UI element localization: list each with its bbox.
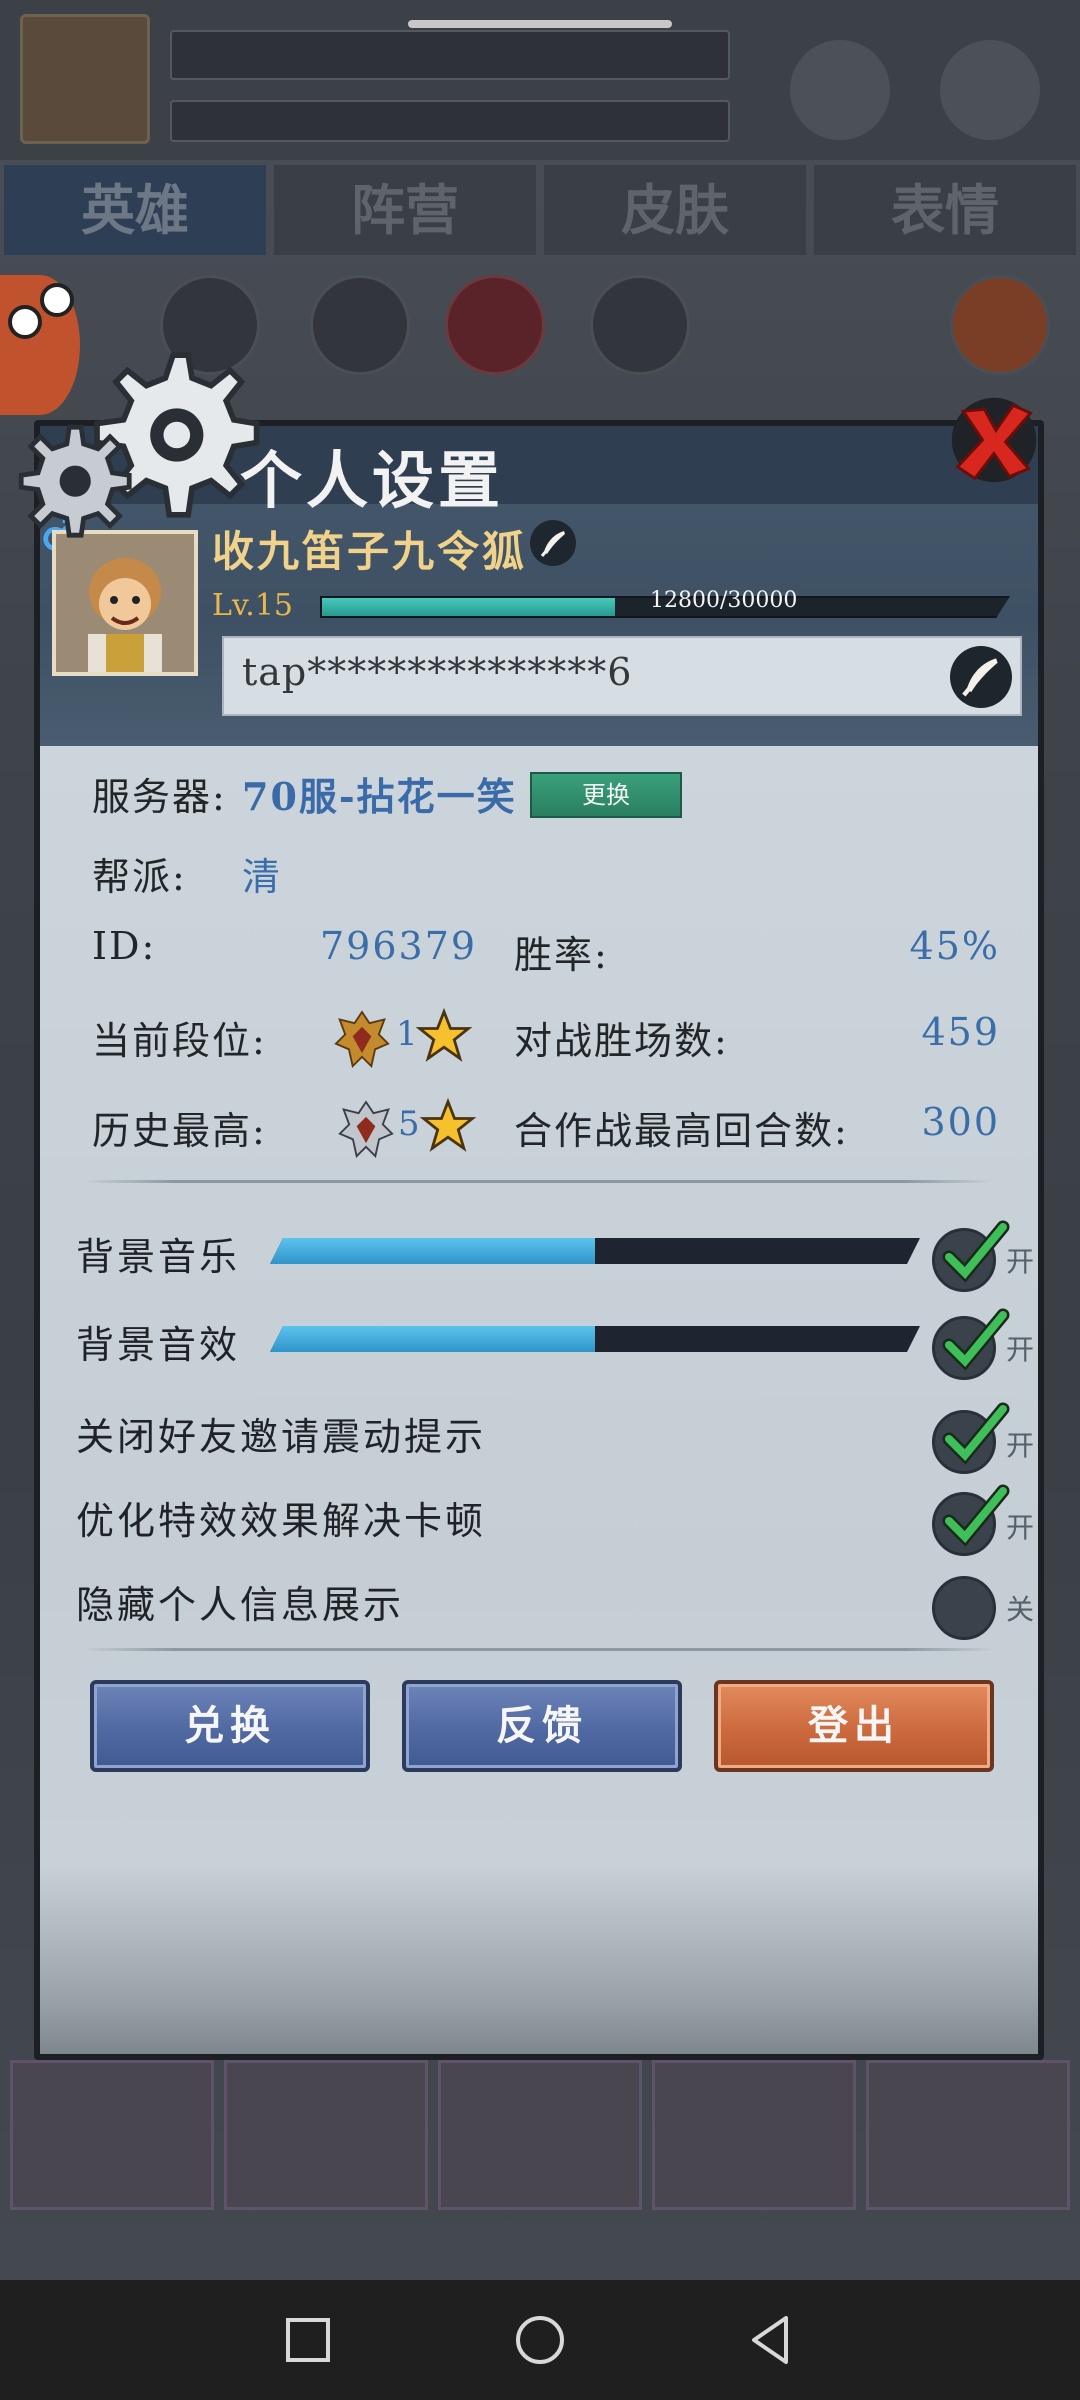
tab-skins: 皮肤 xyxy=(544,165,806,255)
optimize-toggle[interactable] xyxy=(932,1484,1010,1556)
divider xyxy=(84,1648,994,1651)
optimize-label: 优化特效效果解决卡顿 xyxy=(76,1499,487,1543)
edit-name-button[interactable] xyxy=(530,520,576,566)
hero-card-row xyxy=(0,2060,1080,2210)
portrait-avatar-icon xyxy=(56,534,194,672)
hero-card xyxy=(866,2060,1070,2210)
tab-camp: 阵营 xyxy=(274,165,536,255)
account-id-text: tap***************6 xyxy=(242,650,633,694)
small-gear-icon xyxy=(18,424,132,538)
hide-info-label: 隐藏个人信息展示 xyxy=(76,1583,405,1627)
star-icon xyxy=(416,1008,472,1062)
recent-apps-button[interactable] xyxy=(278,2310,338,2370)
mascot-icon xyxy=(0,275,80,415)
redeem-button[interactable]: 兑换 xyxy=(90,1680,370,1772)
edit-feather-icon xyxy=(540,531,565,557)
hero-card xyxy=(224,2060,428,2210)
sfx-slider-fill xyxy=(270,1326,595,1352)
hide-info-state: 关 xyxy=(1006,1593,1035,1626)
star-icon xyxy=(420,1098,476,1152)
rank-label: 当前段位: xyxy=(92,1019,267,1063)
hide-info-toggle[interactable] xyxy=(932,1576,996,1640)
logout-button[interactable]: 登出 xyxy=(714,1680,994,1772)
energy-bar xyxy=(170,100,730,142)
coop-label: 合作战最高回合数: xyxy=(514,1109,849,1153)
edit-account-button[interactable] xyxy=(950,646,1012,708)
guild-value: 清 xyxy=(242,855,283,899)
bgm-label: 背景音乐 xyxy=(76,1235,241,1279)
server-value: 70服-拈花一笑 xyxy=(242,774,517,819)
hero-card xyxy=(652,2060,856,2210)
change-server-button[interactable]: 更换 xyxy=(530,772,682,818)
gesture-handle xyxy=(408,20,672,28)
settings-gear-icon xyxy=(940,40,1040,140)
winrate-value: 45% xyxy=(909,924,1000,968)
id-label: ID: xyxy=(92,924,157,968)
best-rank-badge-icon xyxy=(338,1100,394,1158)
tab-emotes: 表情 xyxy=(814,165,1076,255)
dialog-title: 个人设置 xyxy=(240,444,505,517)
sfx-slider[interactable] xyxy=(270,1326,920,1352)
feedback-button[interactable]: 反馈 xyxy=(402,1680,682,1772)
rank-badge-icon xyxy=(334,1010,390,1068)
optimize-state: 开 xyxy=(1006,1511,1035,1544)
server-label: 服务器: xyxy=(92,775,227,819)
player-avatar-small xyxy=(20,14,150,144)
back-button[interactable] xyxy=(740,2310,800,2370)
checkmark-icon xyxy=(942,1308,1010,1371)
personal-settings-dialog: 个人设置 收九笛子九令狐 Lv.15 12800/30000 tap******… xyxy=(18,352,1044,2060)
hero-card xyxy=(10,2060,214,2210)
wins-value: 459 xyxy=(921,1010,1000,1054)
coop-value: 300 xyxy=(921,1100,1000,1144)
checkmark-icon xyxy=(942,1484,1010,1547)
vibrate-toggle[interactable] xyxy=(932,1402,1010,1474)
hero-card xyxy=(438,2060,642,2210)
tab-heroes: 英雄 xyxy=(4,165,266,255)
wins-label: 对战胜场数: xyxy=(514,1019,729,1063)
rank-value: 1 xyxy=(396,1014,418,1054)
id-value: 796379 xyxy=(320,924,478,968)
level-filter-5 xyxy=(590,275,690,375)
vibrate-state: 开 xyxy=(1006,1429,1035,1462)
hero-tabs: 英雄 阵营 皮肤 表情 xyxy=(0,165,1080,255)
bgm-slider[interactable] xyxy=(270,1238,920,1264)
player-level: Lv.15 xyxy=(212,588,294,623)
checkmark-icon xyxy=(942,1220,1010,1283)
player-portrait[interactable] xyxy=(52,530,198,676)
edit-feather-icon xyxy=(962,658,998,697)
best-rank-value: 5 xyxy=(398,1104,420,1144)
mist-decoration xyxy=(40,1864,1038,2054)
currency-bar xyxy=(170,30,730,80)
sfx-state: 开 xyxy=(1006,1333,1035,1366)
level-filter-3 xyxy=(310,275,410,375)
bgm-state: 开 xyxy=(1006,1245,1035,1278)
best-rank-label: 历史最高: xyxy=(92,1109,267,1153)
sfx-toggle[interactable] xyxy=(932,1308,1010,1380)
winrate-label: 胜率: xyxy=(514,933,609,977)
guild-label: 帮派: xyxy=(92,855,187,899)
level-filter-4 xyxy=(445,275,545,375)
system-navigation-bar xyxy=(0,2280,1080,2400)
bgm-slider-fill xyxy=(270,1238,595,1264)
sort-button xyxy=(950,275,1050,375)
mail-icon xyxy=(790,40,890,140)
divider xyxy=(84,1180,994,1183)
vibrate-label: 关闭好友邀请震动提示 xyxy=(76,1415,487,1459)
home-button[interactable] xyxy=(510,2310,570,2370)
sfx-label: 背景音效 xyxy=(76,1323,241,1367)
account-field: tap***************6 xyxy=(222,636,1022,716)
xp-progress-text: 12800/30000 xyxy=(650,588,798,613)
close-button[interactable] xyxy=(946,392,1042,488)
bgm-toggle[interactable] xyxy=(932,1220,1010,1292)
checkmark-icon xyxy=(942,1402,1010,1465)
